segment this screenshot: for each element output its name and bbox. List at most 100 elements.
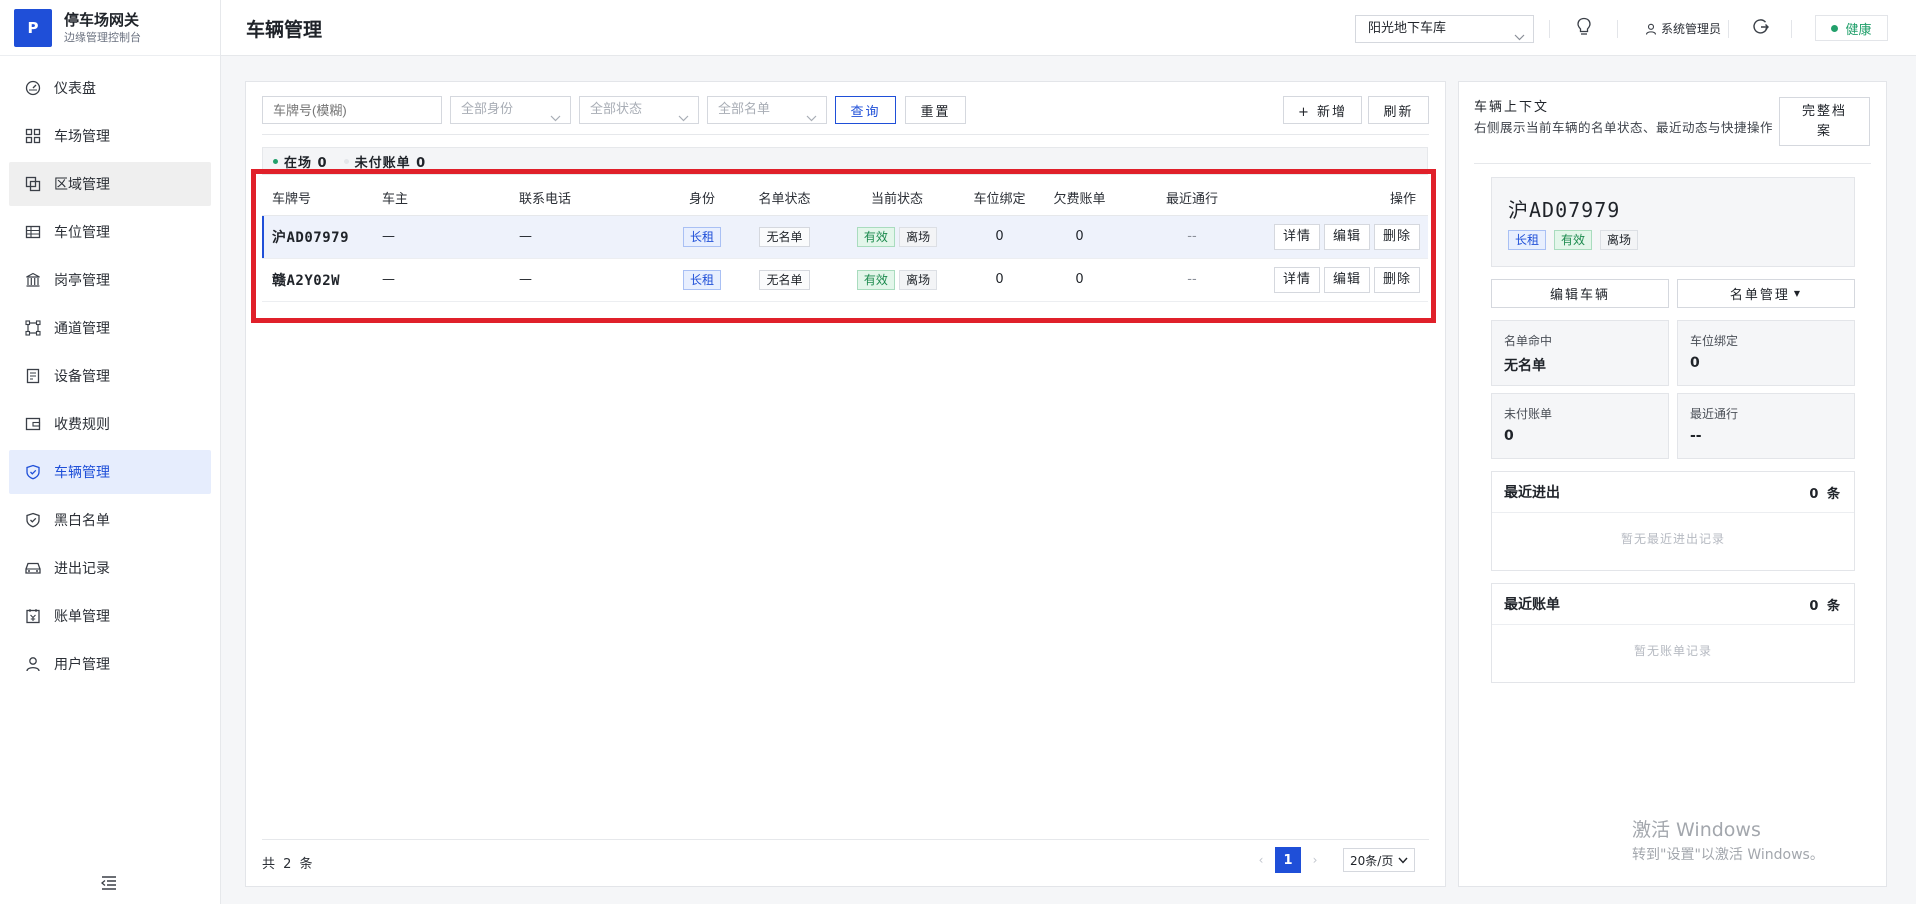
- watermark-line-1: 激活 Windows: [1632, 819, 1761, 841]
- context-plate: 沪AD07979: [1508, 198, 1621, 222]
- chevron-down-icon: [1514, 25, 1525, 51]
- page-size-select[interactable]: 20条/页: [1343, 848, 1416, 872]
- brand-title: 停车场网关: [64, 10, 140, 29]
- table-icon: [24, 223, 42, 241]
- empty-state: 暂无账单记录: [1633, 644, 1712, 658]
- sidebar-item-label: 车位管理: [54, 225, 110, 241]
- unpaid-count: 未付账单 0: [354, 155, 427, 171]
- edit-button[interactable]: 编辑: [1323, 223, 1370, 250]
- next-page-icon[interactable]: ›: [1303, 848, 1327, 872]
- list-management-button[interactable]: 名单管理 ▼: [1677, 279, 1855, 308]
- user-menu[interactable]: 系统管理员: [1645, 20, 1721, 37]
- page-number[interactable]: 1: [1275, 847, 1301, 873]
- info-value: 无名单: [1504, 358, 1546, 374]
- table-row[interactable]: 沪AD07979 — — 长租 无名单 有效 离场 0 0 -- 详情 编辑 删除: [262, 215, 1428, 259]
- sidebar-item-lots[interactable]: 车场管理: [9, 114, 211, 158]
- identity-filter-value: 全部身份: [461, 102, 514, 117]
- detail-button[interactable]: 详情: [1273, 266, 1320, 293]
- collapse-sidebar-icon[interactable]: [100, 875, 120, 895]
- section-title: 最近账单: [1504, 597, 1560, 613]
- sidebar-item-dashboard[interactable]: 仪表盘: [9, 66, 211, 110]
- table-row[interactable]: 赣A2Y02W — — 长租 无名单 有效 离场 0 0 -- 详情 编辑 删除: [262, 258, 1428, 302]
- sidebar-item-access-records[interactable]: 进出记录: [9, 546, 211, 590]
- query-button[interactable]: 查询: [835, 96, 896, 124]
- list-status-tag: 无名单: [759, 226, 810, 247]
- wallet-icon: [24, 415, 42, 433]
- column-header: 车主: [382, 181, 517, 216]
- plate-cell: 沪AD07979: [262, 215, 382, 259]
- reset-button[interactable]: 重置: [905, 96, 966, 124]
- sidebar-item-devices[interactable]: 设备管理: [9, 354, 211, 398]
- sidebar-item-label: 进出记录: [54, 561, 110, 577]
- shield-check-icon: [24, 511, 42, 529]
- lightbulb-icon[interactable]: [1576, 17, 1592, 41]
- info-label: 最近通行: [1690, 407, 1739, 421]
- bill-icon: [24, 607, 42, 625]
- sidebar-item-blackwhite-list[interactable]: 黑白名单: [9, 498, 211, 542]
- delete-button[interactable]: 删除: [1373, 266, 1420, 293]
- health-status-text: 健康: [1845, 22, 1872, 38]
- table-header-row: 车牌号 车主 联系电话 身份 名单状态 当前状态 车位绑定 欠费账单 最近通行 …: [262, 181, 1428, 216]
- column-header: 车位绑定: [962, 181, 1037, 216]
- sidebar-item-label: 区域管理: [54, 177, 110, 193]
- valid-tag: 有效: [1554, 230, 1593, 250]
- section-count: 0 条: [1809, 598, 1842, 614]
- parking-lot-select[interactable]: 阳光地下车库: [1355, 15, 1534, 43]
- last-pass-cell: --: [1122, 258, 1262, 302]
- user-icon: [1645, 23, 1657, 35]
- dashboard-icon: [24, 79, 42, 97]
- list-filter-select[interactable]: 全部名单: [707, 96, 827, 124]
- status-filter-select[interactable]: 全部状态: [579, 96, 699, 124]
- detail-button[interactable]: 详情: [1273, 223, 1320, 250]
- sidebar-item-label: 仪表盘: [54, 81, 96, 97]
- refresh-button[interactable]: 刷新: [1368, 96, 1429, 124]
- info-space-binding: 车位绑定 0: [1677, 320, 1855, 386]
- sidebar-item-spaces[interactable]: 车位管理: [9, 210, 211, 254]
- delete-button[interactable]: 删除: [1373, 223, 1420, 250]
- edit-button[interactable]: 编辑: [1323, 266, 1370, 293]
- full-profile-button[interactable]: 完整档 案: [1779, 97, 1870, 146]
- presence-tag: 离场: [899, 226, 938, 247]
- full-profile-label: 案: [1816, 124, 1832, 139]
- arrears-cell: 0: [1037, 258, 1122, 302]
- health-status-badge: 健康: [1815, 15, 1888, 41]
- booth-icon: [24, 271, 42, 289]
- sidebar-item-fee-rules[interactable]: 收费规则: [9, 402, 211, 446]
- sidebar-item-booths[interactable]: 岗亭管理: [9, 258, 211, 302]
- phone-cell: —: [517, 215, 667, 259]
- edit-vehicle-button[interactable]: 编辑车辆: [1491, 279, 1669, 308]
- valid-tag: 有效: [856, 269, 895, 290]
- logout-icon[interactable]: [1752, 18, 1770, 40]
- sidebar-item-vehicles[interactable]: 车辆管理: [9, 450, 211, 494]
- divider: [262, 839, 1429, 840]
- header-divider: [1791, 20, 1792, 38]
- prev-page-icon[interactable]: ‹: [1249, 848, 1273, 872]
- grid-icon: [24, 127, 42, 145]
- context-description: 右侧展示当前车辆的名单状态、最近动态与快捷操作: [1474, 120, 1774, 135]
- sidebar-item-areas[interactable]: 区域管理: [9, 162, 211, 206]
- sidebar-item-bills[interactable]: 账单管理: [9, 594, 211, 638]
- column-header: 车牌号: [262, 181, 382, 216]
- identity-tag: 长租: [1508, 230, 1547, 250]
- divider: [262, 134, 1429, 135]
- presence-tag: 离场: [1600, 230, 1639, 250]
- sidebar-item-label: 账单管理: [54, 609, 110, 625]
- recent-io-section: 最近进出 0 条 暂无最近进出记录: [1491, 471, 1855, 571]
- layers-icon: [24, 175, 42, 193]
- plate-search-input[interactable]: [262, 96, 442, 124]
- last-pass-cell: --: [1122, 215, 1262, 259]
- info-last-pass: 最近通行 --: [1677, 393, 1855, 459]
- empty-state: 暂无最近进出记录: [1620, 532, 1725, 546]
- sidebar-item-lanes[interactable]: 通道管理: [9, 306, 211, 350]
- column-header: 欠费账单: [1037, 181, 1122, 216]
- shield-icon: [24, 463, 42, 481]
- add-vehicle-button[interactable]: + 新增: [1283, 96, 1362, 124]
- bindings-cell: 0: [962, 258, 1037, 302]
- windows-activation-watermark: 激活 Windows 转到"设置"以激活 Windows。: [1632, 815, 1824, 864]
- status-filter-value: 全部状态: [590, 102, 643, 117]
- top-header: 车辆管理 阳光地下车库 系统管理员 健康: [221, 0, 1916, 56]
- info-label: 车位绑定: [1690, 334, 1739, 348]
- sidebar-item-users[interactable]: 用户管理: [9, 642, 211, 686]
- context-title: 车辆上下文: [1474, 100, 1550, 115]
- identity-filter-select[interactable]: 全部身份: [450, 96, 571, 124]
